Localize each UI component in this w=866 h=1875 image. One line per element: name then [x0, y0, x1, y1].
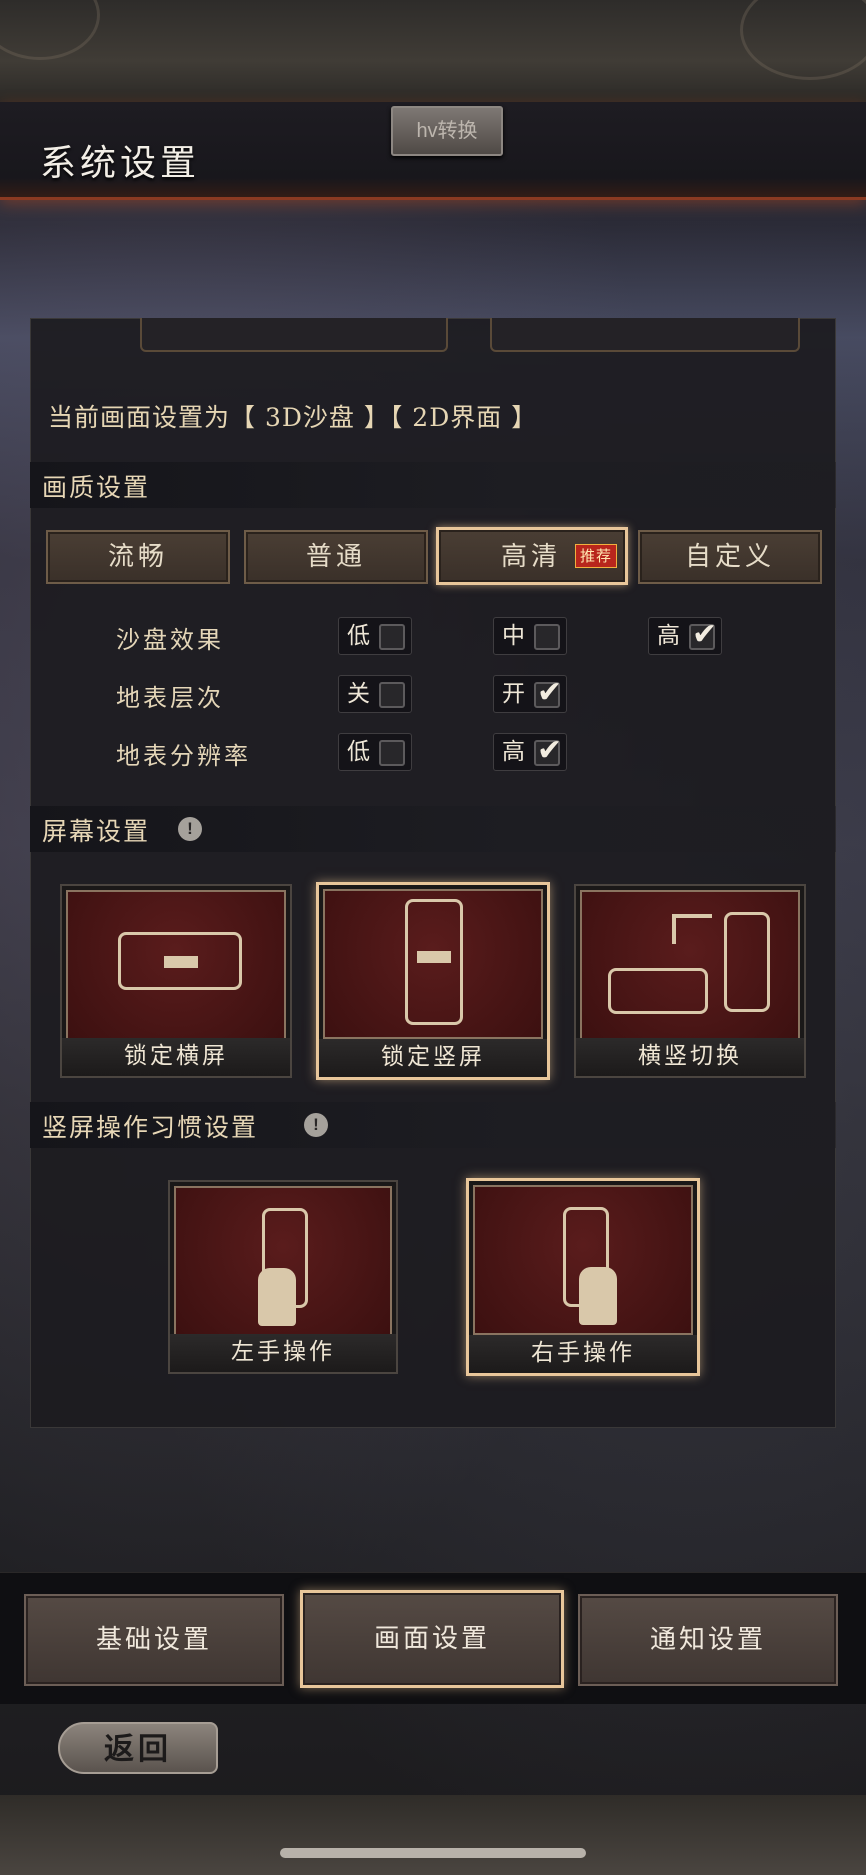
portrait-art [323, 889, 543, 1039]
left-hand-card[interactable]: 左手操作 [168, 1180, 398, 1374]
preset-label: 流畅 [107, 542, 168, 572]
lock-landscape-card[interactable]: 锁定横屏 [60, 884, 292, 1078]
choice-label: 低 [347, 739, 370, 765]
info-icon[interactable]: ! [304, 1113, 328, 1137]
rotate-art [580, 890, 800, 1040]
ground-res-low-checkbox[interactable]: 低 [338, 733, 412, 771]
screen-section-title: 屏幕设置 [42, 817, 151, 846]
hv-switch-button[interactable]: hv转换 [391, 106, 503, 156]
landscape-art [66, 890, 286, 1040]
habit-section-header: 竖屏操作习惯设置 ! [30, 1102, 836, 1148]
option-label-sandbox: 沙盘效果 [116, 626, 224, 654]
check-icon: ✔ [537, 733, 563, 768]
sandbox-high-checkbox[interactable]: 高 ✔ [648, 617, 722, 655]
option-label-ground-resolution: 地表分辨率 [116, 742, 251, 770]
right-hand-art [473, 1185, 693, 1335]
checkbox-box [534, 624, 560, 650]
ground-layer-off-checkbox[interactable]: 关 [338, 675, 412, 713]
checkbox-box: ✔ [689, 617, 717, 652]
page-title: 系统设置 [40, 143, 201, 184]
back-button[interactable]: 返回 [58, 1722, 218, 1774]
habit-section-title: 竖屏操作习惯设置 [42, 1113, 259, 1142]
checkbox-box [379, 740, 405, 766]
preset-label: 高清 [501, 542, 562, 572]
sandbox-mid-checkbox[interactable]: 中 [493, 617, 567, 655]
current-setting-text: 当前画面设置为【 3D沙盘 】【 2D界面 】 [48, 403, 538, 432]
bottom-decoration [0, 1795, 866, 1875]
top-decoration [0, 0, 866, 102]
choice-label: 高 [502, 739, 525, 765]
choice-label: 高 [657, 623, 680, 649]
lock-portrait-card[interactable]: 锁定竖屏 [316, 882, 550, 1080]
recommend-badge: 推荐 [574, 544, 617, 568]
card-caption: 锁定竖屏 [319, 1039, 547, 1077]
choice-label: 开 [502, 681, 525, 707]
choice-label: 中 [502, 623, 525, 649]
card-caption: 锁定横屏 [62, 1038, 290, 1076]
quality-preset-normal[interactable]: 普通 [244, 530, 428, 584]
choice-label: 关 [347, 681, 370, 707]
card-caption: 左手操作 [170, 1334, 396, 1372]
screen-section-header: 屏幕设置 ! [30, 806, 836, 852]
quality-section-header: 画质设置 [30, 462, 836, 508]
option-label-ground-layer: 地表层次 [116, 684, 224, 712]
home-indicator[interactable] [280, 1848, 586, 1858]
quality-preset-smooth[interactable]: 流畅 [46, 530, 230, 584]
tab-basic-settings[interactable]: 基础设置 [24, 1594, 284, 1686]
check-icon: ✔ [537, 675, 563, 710]
ground-layer-on-checkbox[interactable]: 开 ✔ [493, 675, 567, 713]
quality-preset-custom[interactable]: 自定义 [638, 530, 822, 584]
check-icon: ✔ [692, 617, 718, 652]
choice-label: 低 [347, 623, 370, 649]
card-caption: 右手操作 [469, 1335, 697, 1373]
tab-notification-settings[interactable]: 通知设置 [578, 1594, 838, 1686]
quality-preset-hd[interactable]: 高清 推荐 [436, 527, 628, 585]
quality-section-title: 画质设置 [42, 473, 151, 502]
info-icon[interactable]: ! [178, 817, 202, 841]
left-hand-art [174, 1186, 392, 1336]
checkbox-box [379, 682, 405, 708]
sub-tab-left[interactable] [140, 318, 448, 352]
preset-label: 自定义 [684, 542, 775, 572]
card-caption: 横竖切换 [576, 1038, 804, 1076]
tab-display-settings[interactable]: 画面设置 [300, 1590, 564, 1688]
checkbox-box: ✔ [534, 675, 562, 710]
preset-label: 普通 [305, 542, 366, 572]
sub-tab-right[interactable] [490, 318, 800, 352]
checkbox-box [379, 624, 405, 650]
sandbox-low-checkbox[interactable]: 低 [338, 617, 412, 655]
rotate-switch-card[interactable]: 横竖切换 [574, 884, 806, 1078]
checkbox-box: ✔ [534, 733, 562, 768]
ground-res-high-checkbox[interactable]: 高 ✔ [493, 733, 567, 771]
right-hand-card[interactable]: 右手操作 [466, 1178, 700, 1376]
